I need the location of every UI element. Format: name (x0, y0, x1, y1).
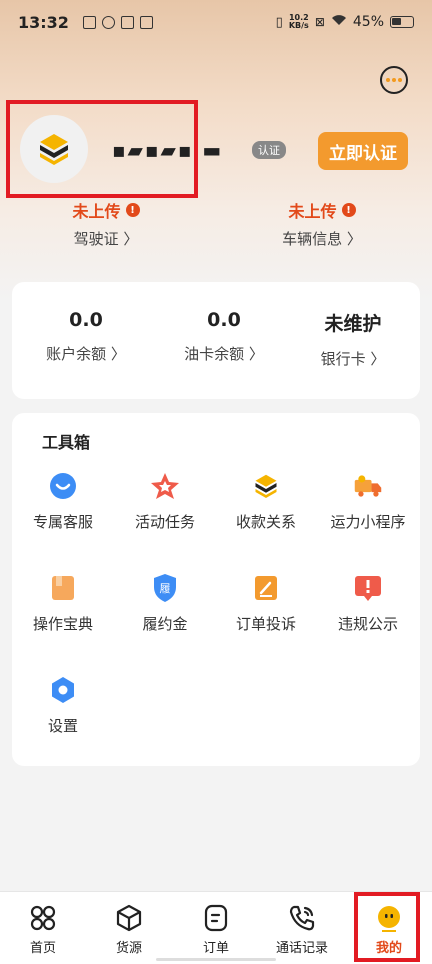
nav-label: 首页 (29, 941, 56, 956)
tool-settings[interactable]: 设置 (13, 675, 113, 736)
wifi-icon (331, 14, 347, 30)
toolbox-title: 工具箱 (42, 433, 91, 452)
vibrate-icon: ▯ (275, 14, 283, 30)
battery-percent: 45% (352, 14, 384, 30)
account-balance-value: 0.0 (69, 309, 103, 331)
verify-now-button[interactable]: 立即认证 (318, 132, 408, 170)
balance-card: 0.0 账户余额 〉 0.0 油卡余额 〉 未维护 银行卡 〉 (12, 282, 420, 399)
driver-license-label: 驾驶证 〉 (73, 230, 139, 248)
toolbox-card: 工具箱 专属客服 活动任务 收款关系 运力小程序 操作宝典 履 履约金 订单投诉… (12, 413, 420, 766)
brand-logo-icon (40, 134, 68, 165)
tool-label: 专属客服 (32, 513, 93, 531)
payee-relation-icon (251, 471, 281, 501)
avatar[interactable] (20, 115, 88, 183)
svg-text:履: 履 (160, 582, 171, 595)
violation-notice-icon (353, 573, 383, 603)
message-icon[interactable] (380, 66, 408, 94)
gear-icon (48, 675, 78, 705)
order-icon (202, 904, 230, 932)
vehicle-info-label: 车辆信息 〉 (282, 230, 362, 248)
network-speed-unit: KB/s (288, 21, 309, 30)
fuel-card-balance-value: 0.0 (207, 309, 241, 331)
tool-customer-service[interactable]: 专属客服 (13, 471, 113, 532)
tool-payee-relation[interactable]: 收款关系 (216, 471, 316, 532)
tool-label: 履约金 (142, 615, 188, 633)
warning-icon: ! (341, 203, 356, 217)
notification-icon (101, 15, 115, 29)
tool-label: 订单投诉 (235, 615, 296, 633)
truck-icon (353, 471, 383, 501)
nav-label: 通话记录 (275, 941, 328, 956)
deposit-shield-icon: 履 (150, 573, 180, 603)
phone-icon (288, 904, 316, 932)
account-balance[interactable]: 0.0 账户余额 〉 (26, 309, 146, 364)
bank-card-label: 银行卡 〉 (320, 350, 386, 368)
tool-label: 收款关系 (235, 513, 296, 531)
license-upload-state: 未上传 (72, 202, 121, 221)
account-balance-label: 账户余额 〉 (46, 345, 126, 363)
vehicle-upload-state: 未上传 (288, 202, 337, 221)
driver-license-entry[interactable]: 未上传! 驾驶证 〉 (36, 198, 176, 249)
tool-violation-notice[interactable]: 违规公示 (318, 573, 418, 634)
tool-label: 活动任务 (134, 513, 195, 531)
tool-label: 设置 (47, 717, 78, 735)
verify-status-badge: 认证 (252, 141, 286, 159)
fuel-card-balance[interactable]: 0.0 油卡余额 〉 (164, 309, 284, 364)
warning-icon: ! (125, 203, 140, 217)
battery-icon (390, 16, 414, 28)
active-tab-highlight-box (354, 892, 420, 962)
tool-label: 操作宝典 (32, 615, 93, 633)
network-speed: 10.2 KB/s (289, 14, 309, 30)
tool-order-complaint[interactable]: 订单投诉 (216, 573, 316, 634)
tool-label: 违规公示 (337, 615, 398, 633)
bank-card-value: 未维护 (324, 313, 382, 335)
fuel-card-balance-label: 油卡余额 〉 (184, 345, 264, 363)
home-indicator[interactable] (156, 958, 276, 961)
sim-icon: ⊠ (314, 15, 325, 29)
guide-book-icon (48, 573, 78, 603)
username: ▪▰▪▰▪ ▬ (112, 138, 224, 162)
nav-label: 货源 (115, 941, 142, 956)
star-task-icon (150, 471, 180, 501)
notification-icon (82, 15, 96, 29)
nav-orders[interactable]: 订单 (173, 904, 259, 956)
customer-service-icon (48, 471, 78, 501)
status-bar: 13:32 ▯ 10.2 KB/s ⊠ 45% (0, 0, 432, 44)
tool-activity-tasks[interactable]: 活动任务 (115, 471, 215, 532)
clock: 13:32 (18, 12, 69, 32)
notification-icon (120, 15, 134, 29)
tool-deposit[interactable]: 履 履约金 (115, 573, 215, 634)
nav-home[interactable]: 首页 (0, 904, 86, 956)
tool-label: 运力小程序 (330, 513, 406, 531)
complaint-icon (251, 573, 281, 603)
bank-card[interactable]: 未维护 银行卡 〉 (293, 309, 413, 369)
tool-capacity-miniapp[interactable]: 运力小程序 (318, 471, 418, 532)
home-grid-icon (29, 904, 57, 932)
cargo-box-icon (115, 904, 143, 932)
nav-cargo[interactable]: 货源 (86, 904, 172, 956)
tool-operation-guide[interactable]: 操作宝典 (13, 573, 113, 634)
nav-call-log[interactable]: 通话记录 (259, 904, 345, 956)
notification-icon (139, 15, 153, 29)
vehicle-info-entry[interactable]: 未上传! 车辆信息 〉 (252, 198, 392, 249)
nav-label: 订单 (202, 941, 229, 956)
